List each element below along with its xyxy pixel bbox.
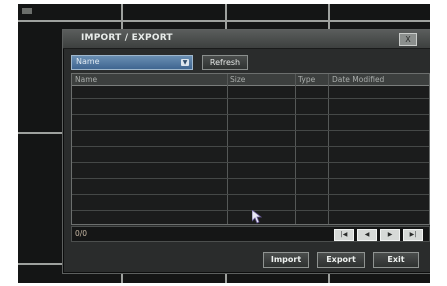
next-page-button[interactable]: ▶ <box>380 229 400 241</box>
table-row[interactable] <box>72 210 429 211</box>
dialog-title: IMPORT / EXPORT <box>81 33 173 43</box>
table-row[interactable] <box>72 194 429 195</box>
column-header-name[interactable]: Name <box>75 75 97 84</box>
column-header-size[interactable]: Size <box>230 75 245 84</box>
sort-dropdown[interactable]: Name ▼ <box>71 55 193 70</box>
column-header-date-modified[interactable]: Date Modified <box>332 75 384 84</box>
first-page-icon: |◀ <box>340 231 348 238</box>
camera-label-block <box>22 8 32 14</box>
prev-page-icon: ◀ <box>364 231 370 238</box>
table-row[interactable] <box>72 130 429 131</box>
close-button[interactable]: X <box>399 33 417 46</box>
column-header-type[interactable]: Type <box>298 75 315 84</box>
next-page-icon: ▶ <box>387 231 393 238</box>
pager-bar: 0/0 |◀ ◀ ▶ ▶| <box>71 226 430 242</box>
first-page-button[interactable]: |◀ <box>334 229 354 241</box>
chevron-down-icon: ▼ <box>181 59 189 66</box>
import-button[interactable]: Import <box>263 252 309 268</box>
prev-page-button[interactable]: ◀ <box>357 229 377 241</box>
table-row[interactable] <box>72 114 429 115</box>
dialog-titlebar: IMPORT / EXPORT X <box>63 30 430 49</box>
table-row[interactable] <box>72 146 429 147</box>
table-row[interactable] <box>72 178 429 179</box>
column-divider-1 <box>227 74 228 224</box>
column-divider-3 <box>328 74 329 224</box>
table-header: Name Size Type Date Modified <box>72 74 429 86</box>
sort-dropdown-value: Name <box>76 57 100 66</box>
last-page-button[interactable]: ▶| <box>403 229 423 241</box>
table-row[interactable] <box>72 162 429 163</box>
grid-divider-h1 <box>18 20 430 22</box>
last-page-icon: ▶| <box>409 231 417 238</box>
mouse-pointer-icon <box>252 210 262 224</box>
page-counter: 0/0 <box>75 229 88 238</box>
camera-grid-background: IMPORT / EXPORT X Name ▼ Refresh Name Si… <box>18 4 430 283</box>
column-divider-2 <box>295 74 296 224</box>
close-icon: X <box>405 35 411 44</box>
refresh-button[interactable]: Refresh <box>202 55 248 70</box>
table-row[interactable] <box>72 98 429 99</box>
export-button[interactable]: Export <box>317 252 365 268</box>
exit-button[interactable]: Exit <box>373 252 419 268</box>
file-table: Name Size Type Date Modified <box>71 73 430 225</box>
import-export-dialog: IMPORT / EXPORT X Name ▼ Refresh Name Si… <box>62 29 430 274</box>
